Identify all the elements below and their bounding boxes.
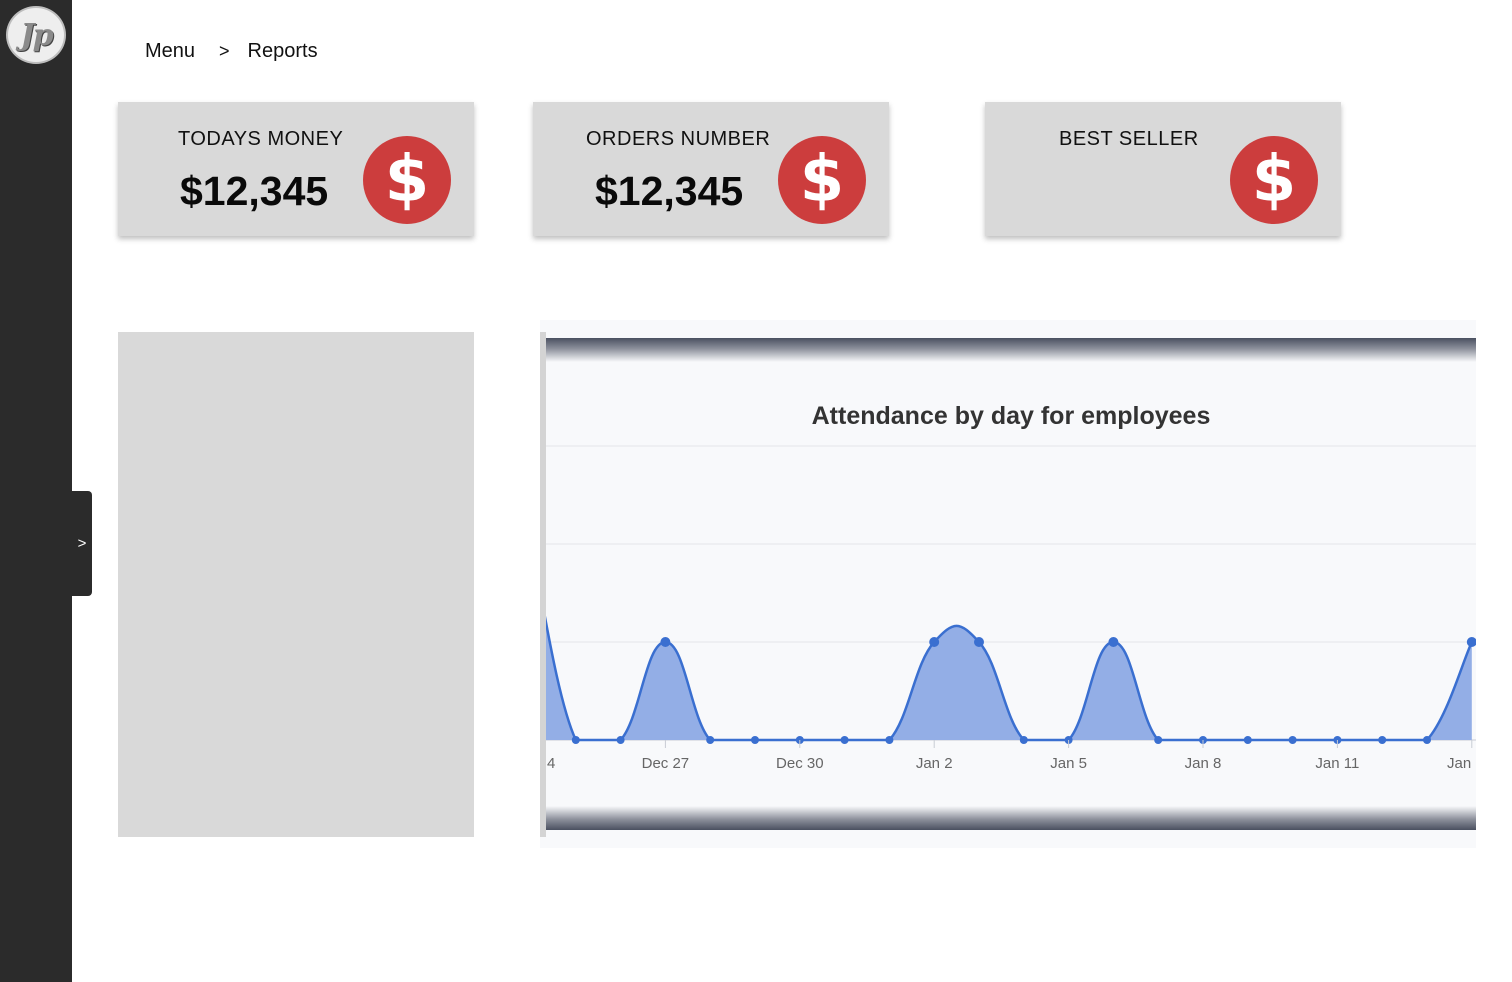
x-tick-label: Jan bbox=[1447, 755, 1471, 772]
data-point[interactable] bbox=[1378, 736, 1387, 744]
data-point[interactable] bbox=[929, 637, 940, 647]
data-point[interactable] bbox=[1108, 637, 1119, 647]
data-point[interactable] bbox=[974, 637, 984, 647]
data-point[interactable] bbox=[1154, 736, 1163, 744]
x-tick-label: 4 bbox=[547, 755, 555, 772]
x-tick-label: Jan 2 bbox=[916, 755, 953, 772]
dollar-icon: $ bbox=[1230, 136, 1318, 224]
attendance-chart: Attendance by day for employees 4 Dec 27 D… bbox=[540, 320, 1476, 848]
card-label: ORDERS NUMBER bbox=[586, 128, 771, 150]
dollar-icon: $ bbox=[363, 136, 451, 224]
data-point[interactable] bbox=[1423, 736, 1431, 744]
data-point[interactable] bbox=[840, 736, 849, 744]
data-point[interactable] bbox=[885, 736, 894, 744]
stat-card-best-seller: BEST SELLER $ bbox=[985, 102, 1341, 236]
sidebar: Jp bbox=[0, 0, 72, 982]
chevron-right-icon: > bbox=[77, 535, 87, 552]
logo[interactable]: Jp bbox=[6, 6, 66, 64]
data-point[interactable] bbox=[751, 736, 759, 744]
card-label: TODAYS MONEY bbox=[178, 128, 344, 150]
breadcrumb-item-menu[interactable]: Menu bbox=[145, 40, 195, 63]
x-tick-label: Dec 30 bbox=[776, 755, 824, 772]
x-tick-label: Jan 8 bbox=[1185, 755, 1222, 772]
x-tick-label: Jan 11 bbox=[1315, 755, 1359, 772]
sidebar-toggle-button[interactable]: > bbox=[72, 491, 92, 596]
chart-plot: 4 Dec 27 Dec 30 Jan 2 Jan 5 Jan 8 Jan 11 Jan bbox=[546, 445, 1476, 772]
data-point[interactable] bbox=[1288, 736, 1297, 744]
data-point[interactable] bbox=[660, 637, 671, 647]
data-point[interactable] bbox=[571, 736, 580, 744]
breadcrumb-separator: > bbox=[219, 41, 230, 61]
x-tick-label: Jan 5 bbox=[1050, 755, 1087, 772]
data-point[interactable] bbox=[1466, 637, 1476, 647]
breadcrumb-item-reports[interactable]: Reports bbox=[248, 40, 318, 63]
data-point[interactable] bbox=[1243, 736, 1252, 744]
logo-text: Jp bbox=[20, 17, 53, 53]
dollar-icon: $ bbox=[778, 136, 866, 224]
chart-bottom-band bbox=[546, 806, 1476, 830]
data-point[interactable] bbox=[1019, 736, 1028, 744]
x-tick-label: Dec 27 bbox=[642, 755, 690, 772]
card-value: $12,345 bbox=[180, 168, 329, 214]
breadcrumb: Menu > Reports bbox=[145, 40, 318, 63]
stat-card-orders-number: ORDERS NUMBER $12,345 $ bbox=[533, 102, 889, 236]
data-point[interactable] bbox=[706, 736, 715, 744]
stat-card-todays-money: TODAYS MONEY $12,345 $ bbox=[118, 102, 474, 236]
placeholder-panel bbox=[118, 332, 474, 837]
data-point[interactable] bbox=[616, 736, 625, 744]
card-label: BEST SELLER bbox=[1059, 128, 1199, 150]
card-value: $12,345 bbox=[595, 168, 744, 214]
